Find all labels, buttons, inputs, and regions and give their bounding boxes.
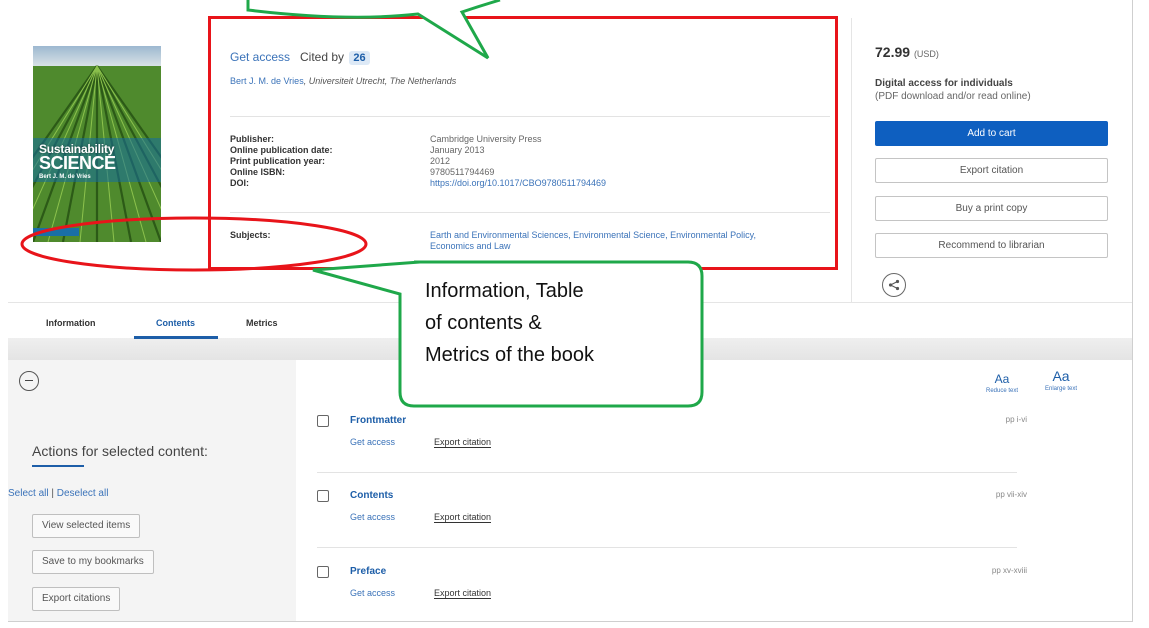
active-tab-indicator <box>134 336 218 339</box>
collapse-sidebar-button[interactable] <box>19 371 39 391</box>
doi-link[interactable]: https://doi.org/10.1017/CBO9780511794469 <box>430 178 606 189</box>
isbn-label: Online ISBN: <box>230 167 286 177</box>
deselect-all-link[interactable]: Deselect all <box>57 488 109 499</box>
access-title: Digital access for individuals <box>875 78 1013 89</box>
author-line: Bert J. M. de Vries, Universiteit Utrech… <box>230 76 456 86</box>
publisher-value: Cambridge University Press <box>430 134 542 144</box>
cover-title-line2: SCIENCE <box>39 153 116 173</box>
cover-author: Bert J. M. de Vries <box>39 174 91 180</box>
buy-print-copy-button[interactable]: Buy a print copy <box>875 196 1108 221</box>
subjects-links[interactable]: Earth and Environmental Sciences, Enviro… <box>430 230 830 252</box>
chapter-title-link[interactable]: Contents <box>350 490 393 501</box>
divider <box>230 212 830 213</box>
reduce-text-label: Reduce text <box>986 388 1019 394</box>
actions-sidebar: Actions for selected content: Select all… <box>8 360 296 621</box>
export-citation-link[interactable]: Export citation <box>434 512 492 523</box>
export-citation-link[interactable]: Export citation <box>434 437 492 448</box>
list-item: Frontmatter Get access Export citation p… <box>317 415 1027 475</box>
column-divider <box>851 18 852 302</box>
cover-publisher-mark <box>33 228 79 236</box>
print-year-label: Print publication year: <box>230 156 326 166</box>
access-subtitle: (PDF download and/or read online) <box>875 91 1031 102</box>
enlarge-text-label: Enlarge text <box>1045 386 1078 392</box>
callout-line-2: of contents & <box>425 312 542 334</box>
price: 72.99 (USD) <box>875 44 1111 60</box>
book-metadata-panel: Get access Cited by 26 Bert J. M. de Vri… <box>208 16 838 270</box>
share-icon <box>888 279 900 291</box>
get-access-link[interactable]: Get access <box>230 50 290 64</box>
divider <box>230 116 830 117</box>
export-citation-link[interactable]: Export citation <box>434 588 492 599</box>
chapter-title-link[interactable]: Frontmatter <box>350 415 406 426</box>
get-access-link[interactable]: Get access <box>350 437 395 447</box>
details-labels: Publisher: Online publication date: Prin… <box>230 134 333 189</box>
divider <box>317 472 1017 473</box>
doi-label: DOI: <box>230 178 249 188</box>
purchase-panel: 72.99 (USD) Digital access for individua… <box>875 44 1111 297</box>
select-checkbox[interactable] <box>317 566 329 578</box>
share-button[interactable] <box>882 273 906 297</box>
enlarge-text-glyph: Aa <box>1052 368 1070 384</box>
price-currency: (USD) <box>913 49 939 59</box>
recommend-to-librarian-button[interactable]: Recommend to librarian <box>875 233 1108 258</box>
cited-by-label: Cited by <box>300 50 345 64</box>
author-affiliation: , Universiteit Utrecht, The Netherlands <box>303 76 457 86</box>
select-all-link[interactable]: Select all <box>8 488 49 499</box>
selection-links: Select all | Deselect all <box>8 488 108 499</box>
isbn-value: 9780511794469 <box>430 167 495 177</box>
page-range: pp xv-xviii <box>991 566 1027 575</box>
subjects-label: Subjects: <box>230 230 271 240</box>
page-range: pp vii-xiv <box>995 490 1027 499</box>
online-date-value: January 2013 <box>430 145 485 155</box>
divider <box>317 547 1017 548</box>
get-access-link[interactable]: Get access <box>350 588 395 598</box>
subjects-line-1[interactable]: Earth and Environmental Sciences, Enviro… <box>430 230 830 241</box>
export-citation-button[interactable]: Export citation <box>875 158 1108 183</box>
view-selected-items-button[interactable]: View selected items <box>32 514 141 538</box>
subjects-line-2[interactable]: Economics and Law <box>430 241 830 252</box>
reduce-text-glyph: Aa <box>994 372 1010 386</box>
callout-line-3: Metrics of the book <box>425 344 594 366</box>
publisher-label: Publisher: <box>230 134 275 144</box>
list-item: Contents Get access Export citation pp v… <box>317 490 1027 550</box>
price-value: 72.99 <box>875 44 911 60</box>
cited-by-count-badge[interactable]: 26 <box>349 51 370 65</box>
actions-title: Actions for selected content: <box>32 443 208 459</box>
tab-contents[interactable]: Contents <box>156 318 195 328</box>
details-values: Cambridge University Press January 2013 … <box>430 134 606 189</box>
online-date-label: Online publication date: <box>230 145 333 155</box>
select-checkbox[interactable] <box>317 415 329 427</box>
select-checkbox[interactable] <box>317 490 329 502</box>
print-year-value: 2012 <box>430 156 451 166</box>
export-citations-button[interactable]: Export citations <box>32 587 121 611</box>
callout-line-1: Information, Table <box>425 280 584 302</box>
tab-information[interactable]: Information <box>46 318 96 328</box>
callout-text: Information, Table of contents & Metrics… <box>425 275 705 371</box>
title-underline <box>32 465 84 467</box>
tab-metrics[interactable]: Metrics <box>246 318 278 328</box>
save-to-bookmarks-button[interactable]: Save to my bookmarks <box>32 550 154 574</box>
separator: | <box>51 488 54 499</box>
add-to-cart-button[interactable]: Add to cart <box>875 121 1108 146</box>
author-link[interactable]: Bert J. M. de Vries <box>230 76 304 86</box>
cited-by[interactable]: Cited by 26 <box>300 50 370 65</box>
reduce-text-control[interactable]: Aa Reduce text <box>986 370 1018 394</box>
list-item: Preface Get access Export citation pp xv… <box>317 566 1027 621</box>
get-access-link[interactable]: Get access <box>350 512 395 522</box>
book-cover-image[interactable]: Sustainability SCIENCE Bert J. M. de Vri… <box>33 46 161 242</box>
chapter-title-link[interactable]: Preface <box>350 566 386 577</box>
page-range: pp i-vi <box>1005 415 1027 424</box>
enlarge-text-control[interactable]: Aa Enlarge text <box>1045 368 1077 392</box>
